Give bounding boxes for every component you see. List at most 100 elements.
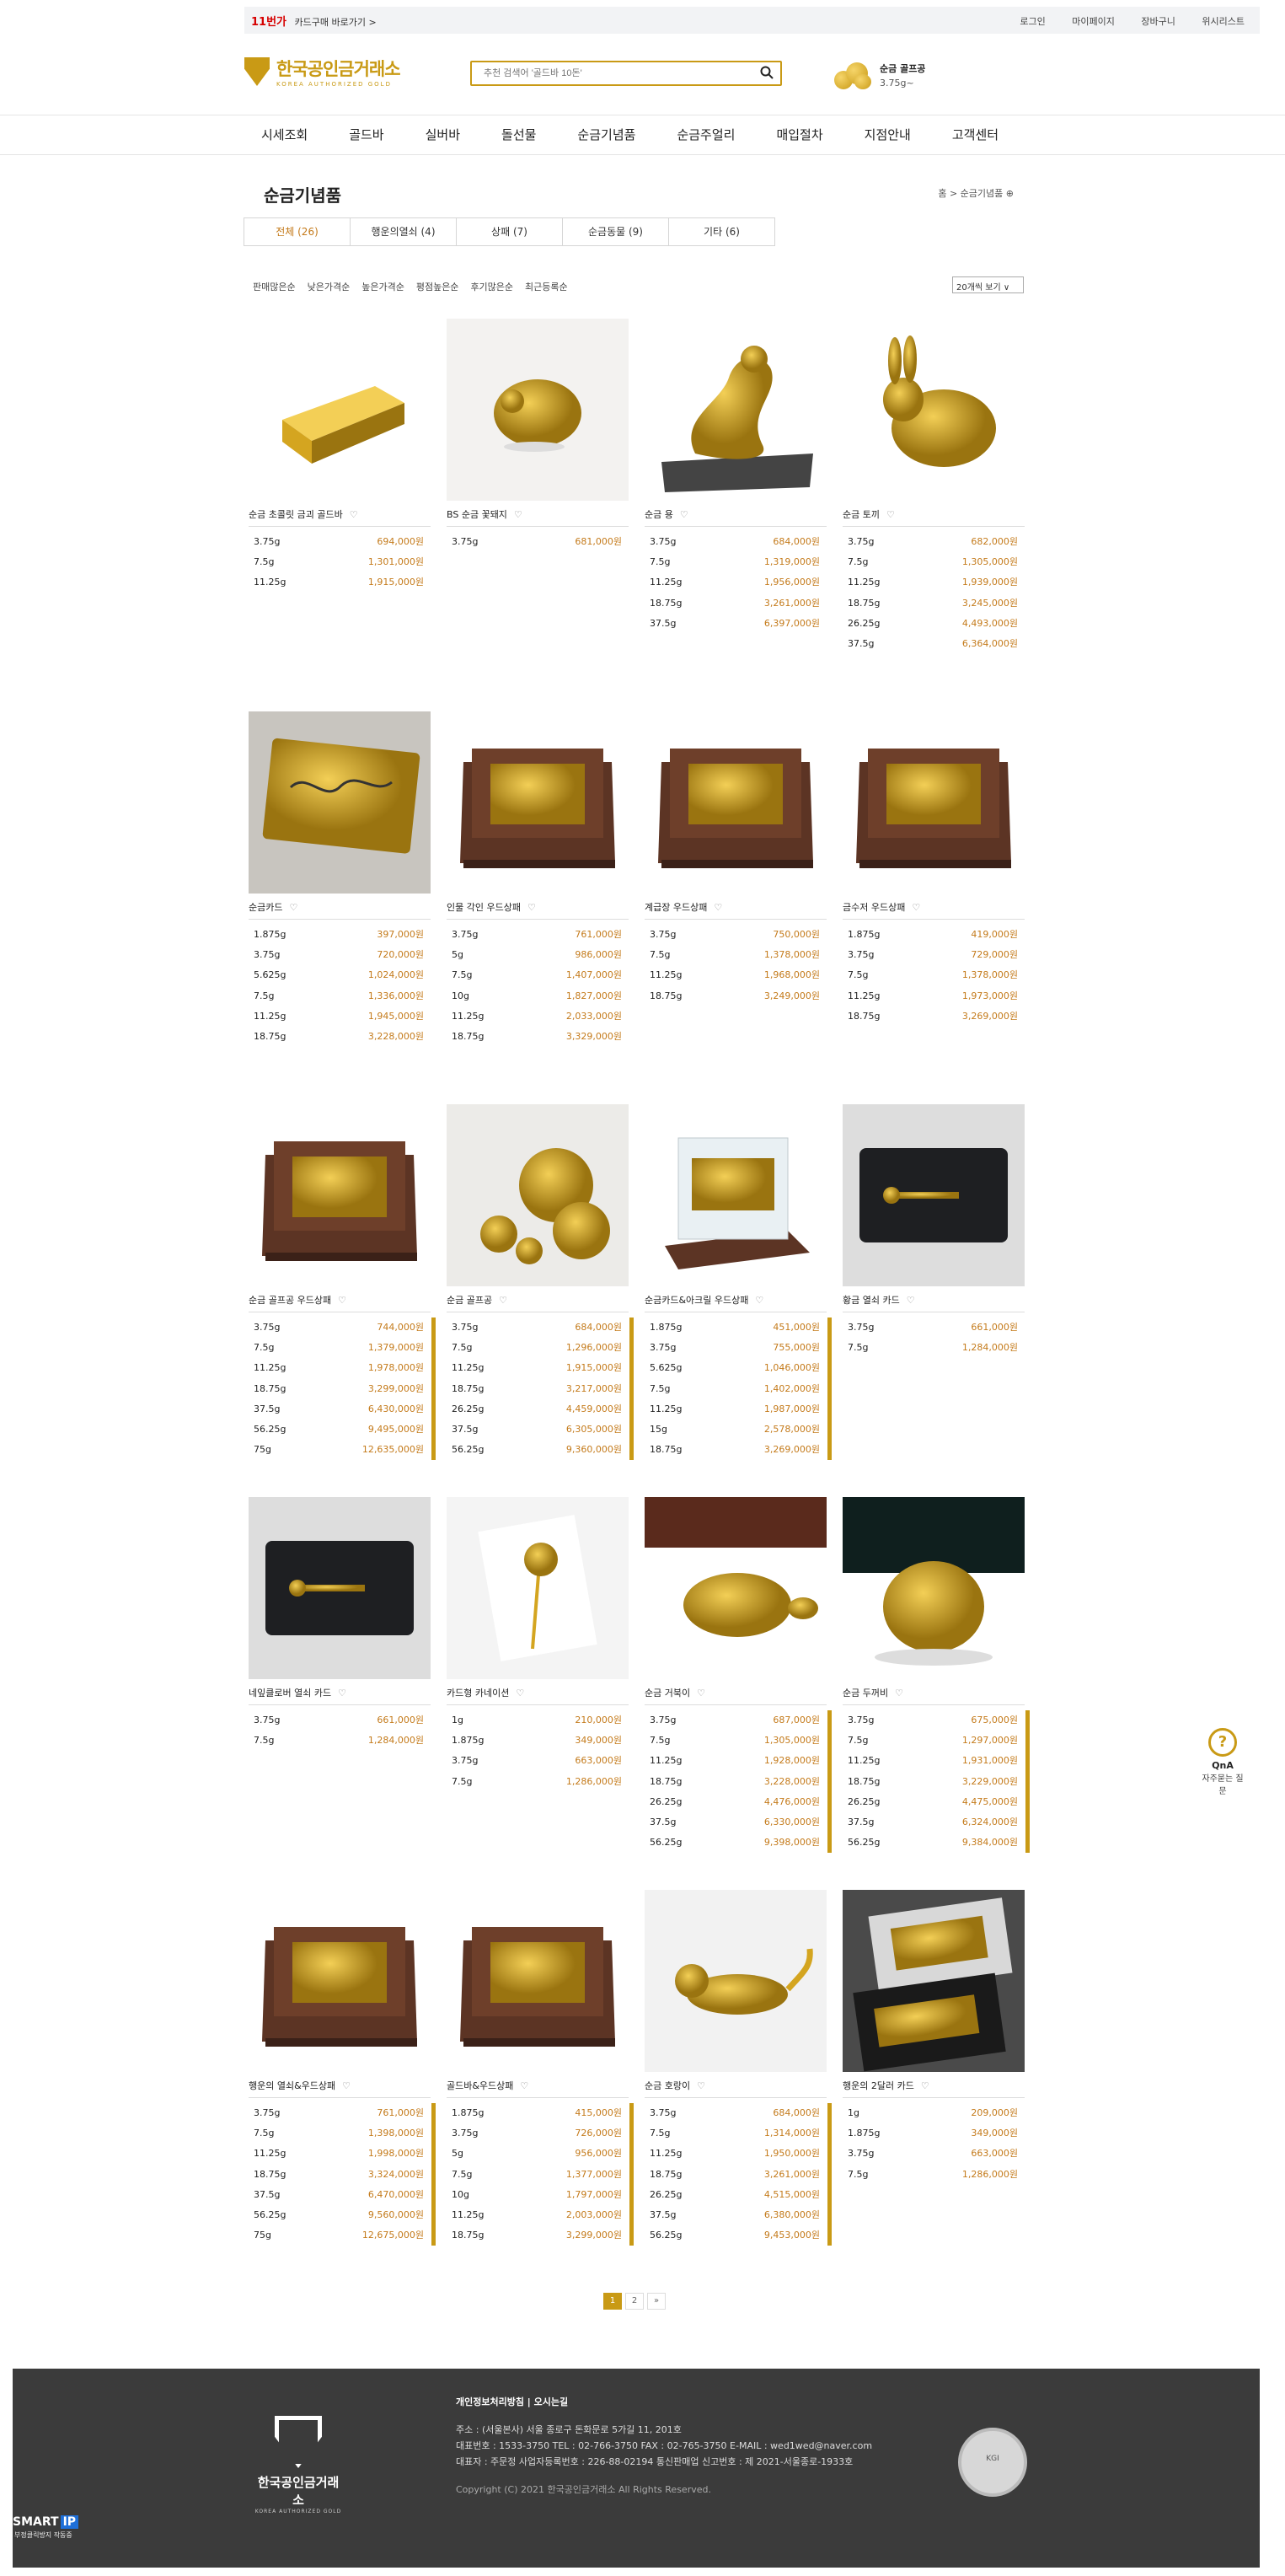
nav-item[interactable]: 고객센터 — [952, 115, 999, 156]
nav-item[interactable]: 순금주얼리 — [677, 115, 735, 156]
product-image[interactable] — [645, 319, 827, 501]
scrollbar[interactable] — [431, 2103, 436, 2246]
heart-icon[interactable]: ♡ — [697, 1688, 705, 1699]
category-tab[interactable]: 전체 (26) — [244, 217, 351, 246]
sort-option[interactable]: 평점높은순 — [416, 282, 459, 292]
product-card[interactable]: 인물 각인 우드상패 ♡ 3.75g 761,000원 5g 986,000원 7.5g 1,… — [447, 711, 629, 1042]
product-card[interactable]: 계급장 우드상패 ♡ 3.75g 750,000원 7.5g 1,378,000원 11.2… — [645, 711, 827, 1001]
product-name[interactable]: 순금 골프공 우드상패 ♡ — [249, 1293, 346, 1307]
product-image[interactable] — [843, 1104, 1025, 1286]
product-image[interactable] — [249, 1104, 431, 1286]
scrollbar[interactable] — [629, 2103, 634, 2246]
product-card[interactable]: 골드바&우드상패 ♡ 1.875g 415,000원 3.75g 726,000원 5g 95… — [447, 1890, 634, 2246]
product-name[interactable]: 순금 거북이 ♡ — [645, 1686, 705, 1699]
nav-item[interactable]: 매입절차 — [776, 115, 822, 156]
product-card[interactable]: 황금 열쇠 카드 ♡ 3.75g 661,000원 7.5g 1,284,000원 — [843, 1104, 1025, 1353]
category-tab[interactable]: 상패 (7) — [456, 217, 563, 246]
heart-icon[interactable]: ♡ — [895, 1688, 903, 1699]
product-card[interactable]: 행운의 열쇠&우드상패 ♡ 3.75g 761,000원 7.5g 1,398,000원 1… — [249, 1890, 436, 2246]
product-image[interactable] — [447, 319, 629, 501]
product-image[interactable] — [645, 1497, 827, 1679]
product-image[interactable] — [843, 1890, 1025, 2072]
heart-icon[interactable]: ♡ — [886, 509, 895, 520]
heart-icon[interactable]: ♡ — [514, 509, 522, 520]
product-image[interactable] — [447, 1890, 629, 2072]
sort-option[interactable]: 높은가격순 — [361, 282, 404, 292]
product-image[interactable] — [843, 319, 1025, 501]
heart-icon[interactable]: ♡ — [921, 2080, 929, 2091]
scrollbar[interactable] — [827, 1710, 832, 1854]
product-image[interactable] — [249, 1890, 431, 2072]
scrollbar[interactable] — [827, 2103, 832, 2246]
heart-icon[interactable]: ♡ — [907, 1295, 915, 1306]
scrollbar[interactable] — [827, 1318, 832, 1461]
product-name[interactable]: 인물 각인 우드상패 ♡ — [447, 900, 536, 914]
site-logo[interactable]: 한국공인금거래소 KOREA AUTHORIZED GOLD — [244, 56, 401, 88]
product-card[interactable]: 행운의 2달러 카드 ♡ 1g 209,000원 1.875g 349,000원 3.75g… — [843, 1890, 1025, 2180]
sort-option[interactable]: 최근등록순 — [525, 282, 568, 292]
heart-icon[interactable]: ♡ — [527, 902, 536, 913]
product-card[interactable]: 순금카드 ♡ 1.875g 397,000원 3.75g 720,000원 5.625g 1,… — [249, 711, 431, 1042]
product-name[interactable]: 행운의 열쇠&우드상패 ♡ — [249, 2079, 351, 2092]
heart-icon[interactable]: ♡ — [520, 2080, 528, 2091]
scrollbar[interactable] — [431, 1318, 436, 1461]
qna-floating-button[interactable]: ? QnA 자주묻는 질문 — [1198, 1728, 1247, 1796]
heart-icon[interactable]: ♡ — [338, 1295, 346, 1306]
product-name[interactable]: 순금 용 ♡ — [645, 507, 688, 521]
product-name[interactable]: 카드형 카네이션 ♡ — [447, 1686, 524, 1699]
product-card[interactable]: 순금 골프공 우드상패 ♡ 3.75g 744,000원 7.5g 1,379,000원 1… — [249, 1104, 436, 1461]
heart-icon[interactable]: ♡ — [350, 509, 358, 520]
product-card[interactable]: BS 순금 꽃돼지 ♡ 3.75g 681,000원 — [447, 319, 629, 547]
scrollbar[interactable] — [1025, 1710, 1030, 1854]
sort-option[interactable]: 낮은가격순 — [308, 282, 351, 292]
product-card[interactable]: 순금카드&아크릴 우드상패 ♡ 1.875g 451,000원 3.75g 755,000… — [645, 1104, 832, 1461]
page-button[interactable]: 1 — [603, 2293, 622, 2310]
heart-icon[interactable]: ♡ — [338, 1688, 346, 1699]
view-count-select[interactable]: 20개씩 보기 ∨ — [952, 276, 1024, 293]
heart-icon[interactable]: ♡ — [680, 509, 688, 520]
product-name[interactable]: 계급장 우드상패 ♡ — [645, 900, 722, 914]
product-name[interactable]: 순금 골프공 ♡ — [447, 1293, 507, 1307]
product-name[interactable]: 순금 초콜릿 금괴 골드바 ♡ — [249, 507, 358, 521]
featured-price-box[interactable]: 순금 골프공 3.75g~ — [834, 61, 925, 89]
product-name[interactable]: 행운의 2달러 카드 ♡ — [843, 2079, 929, 2092]
heart-icon[interactable]: ♡ — [342, 2080, 351, 2091]
search-icon[interactable] — [760, 66, 774, 79]
mypage-link[interactable]: 마이페이지 — [1072, 16, 1115, 27]
product-name[interactable]: BS 순금 꽃돼지 ♡ — [447, 507, 522, 521]
product-image[interactable] — [249, 711, 431, 894]
heart-icon[interactable]: ♡ — [755, 1295, 763, 1306]
product-image[interactable] — [843, 711, 1025, 894]
product-name[interactable]: 네잎클로버 열쇠 카드 ♡ — [249, 1686, 346, 1699]
product-card[interactable]: 순금 호랑이 ♡ 3.75g 684,000원 7.5g 1,314,000원 11.25g… — [645, 1890, 832, 2246]
heart-icon[interactable]: ♡ — [912, 902, 920, 913]
product-card[interactable]: 금수저 우드상패 ♡ 1.875g 419,000원 3.75g 729,000원 7.5g… — [843, 711, 1025, 1022]
product-image[interactable] — [447, 1497, 629, 1679]
product-card[interactable]: 순금 두꺼비 ♡ 3.75g 675,000원 7.5g 1,297,000원 11.25g… — [843, 1497, 1030, 1854]
product-name[interactable]: 골드바&우드상패 ♡ — [447, 2079, 528, 2092]
heart-icon[interactable]: ♡ — [499, 1295, 507, 1306]
product-card[interactable]: 순금 골프공 ♡ 3.75g 684,000원 7.5g 1,296,000원 11.25g… — [447, 1104, 634, 1461]
heart-icon[interactable]: ♡ — [697, 2080, 705, 2091]
product-image[interactable] — [447, 1104, 629, 1286]
product-name[interactable]: 순금 두꺼비 ♡ — [843, 1686, 903, 1699]
product-name[interactable]: 순금 토끼 ♡ — [843, 507, 895, 521]
sort-option[interactable]: 후기많은순 — [470, 282, 513, 292]
category-tab[interactable]: 행운의열쇠 (4) — [350, 217, 457, 246]
product-card[interactable]: 순금 초콜릿 금괴 골드바 ♡ 3.75g 694,000원 7.5g 1,301,000… — [249, 319, 431, 588]
product-card[interactable]: 순금 거북이 ♡ 3.75g 687,000원 7.5g 1,305,000원 11.25g… — [645, 1497, 832, 1854]
product-image[interactable] — [447, 711, 629, 894]
product-image[interactable] — [249, 319, 431, 501]
scrollbar[interactable] — [629, 1318, 634, 1461]
product-image[interactable] — [645, 1890, 827, 2072]
heart-icon[interactable]: ♡ — [289, 902, 297, 913]
footer-privacy-links[interactable]: 개인정보처리방침 | 오시는길 — [456, 2394, 872, 2410]
product-name[interactable]: 황금 열쇠 카드 ♡ — [843, 1293, 915, 1307]
nav-item[interactable]: 돌선물 — [501, 115, 536, 156]
product-name[interactable]: 금수저 우드상패 ♡ — [843, 900, 920, 914]
page-button[interactable]: » — [647, 2293, 666, 2310]
nav-item[interactable]: 순금기념품 — [577, 115, 635, 156]
product-card[interactable]: 순금 토끼 ♡ 3.75g 682,000원 7.5g 1,305,000원 11.25g 1… — [843, 319, 1025, 649]
category-tab[interactable]: 순금동물 (9) — [562, 217, 669, 246]
product-name[interactable]: 순금카드&아크릴 우드상패 ♡ — [645, 1293, 763, 1307]
